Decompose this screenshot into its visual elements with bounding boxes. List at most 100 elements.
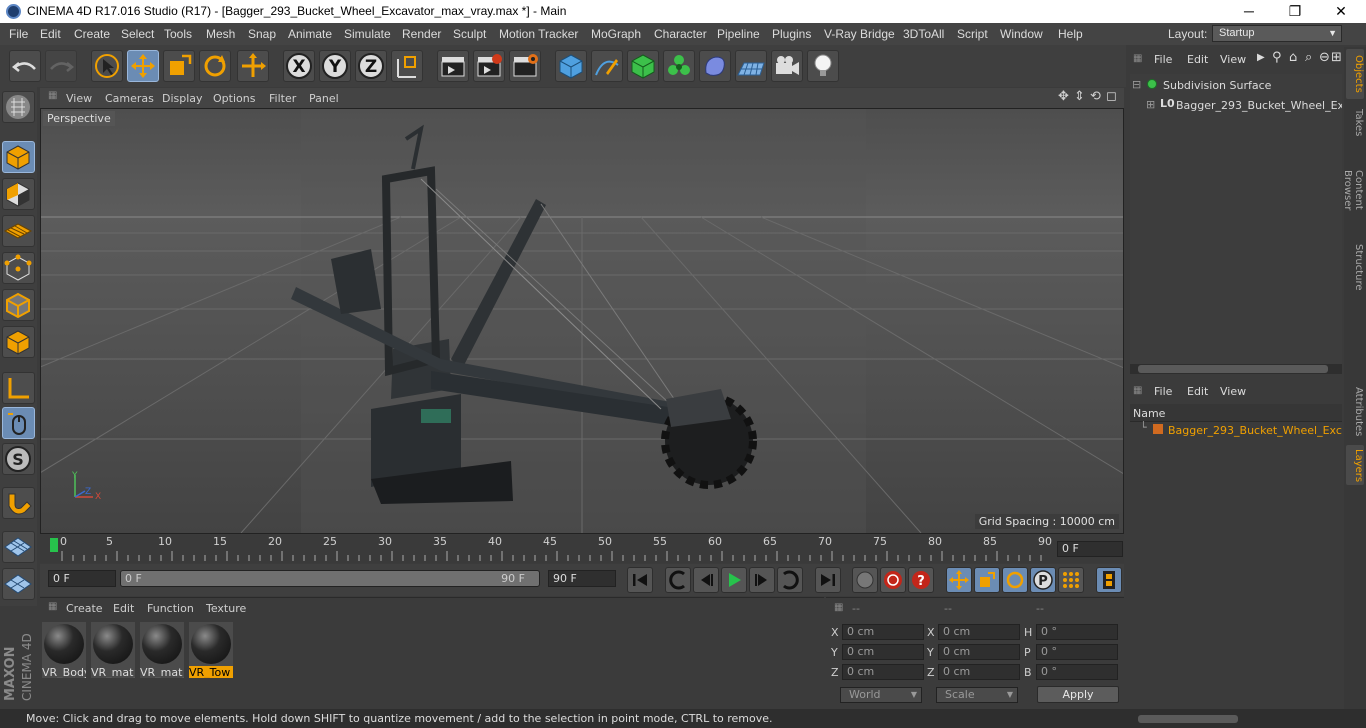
workplane-grid-button[interactable]	[2, 531, 35, 563]
apply-button[interactable]: Apply	[1037, 686, 1119, 703]
rot-b-field[interactable]: 0 °	[1036, 664, 1118, 680]
material-menu-edit[interactable]: Edit	[113, 602, 134, 615]
x-axis-lock-button[interactable]: X	[283, 50, 315, 82]
transform-tool-button[interactable]	[237, 50, 269, 82]
collapse-toggle-icon[interactable]: ⊟	[1132, 78, 1141, 91]
object-row[interactable]: ⊟ Subdivision Surface	[1130, 76, 1342, 95]
viewport-menu-display[interactable]: Display	[162, 92, 203, 105]
next-frame-button[interactable]	[749, 567, 775, 593]
y-axis-lock-button[interactable]: Y	[319, 50, 351, 82]
z-axis-lock-button[interactable]: Z	[355, 50, 387, 82]
material-swatch[interactable]: VR_Body	[42, 622, 86, 678]
key-parameter-button[interactable]: P	[1030, 567, 1056, 593]
menu-help[interactable]: Help	[1058, 27, 1083, 41]
bookmark-icon[interactable]: ⌕	[1305, 50, 1312, 65]
menu-mesh[interactable]: Mesh	[206, 27, 235, 41]
max-time-field[interactable]: 90 F	[548, 570, 616, 587]
edges-mode-button[interactable]	[2, 289, 35, 321]
more-arrow-icon[interactable]: ▶	[1257, 52, 1265, 63]
key-rotation-button[interactable]	[1002, 567, 1028, 593]
goto-next-key-button[interactable]	[777, 567, 803, 593]
maximize-button[interactable]: ❐	[1272, 0, 1318, 23]
perspective-viewport[interactable]: Perspective Y X Z Grid Spacing : 10000 c…	[40, 108, 1124, 534]
material-menu-function[interactable]: Function	[147, 602, 194, 615]
add-camera-button[interactable]	[771, 50, 803, 82]
coordinate-system-button[interactable]	[391, 50, 423, 82]
min-time-field[interactable]: 0 F	[48, 570, 116, 587]
layers-menu-file[interactable]: File	[1154, 385, 1172, 398]
menu-tools[interactable]: Tools	[164, 27, 192, 41]
undo-button[interactable]	[9, 50, 41, 82]
timeline-button[interactable]	[1096, 567, 1122, 593]
key-scale-button[interactable]	[974, 567, 1000, 593]
pos-y-field[interactable]: 0 cm	[842, 644, 924, 660]
objects-menu-file[interactable]: File	[1154, 53, 1172, 66]
polygons-mode-button[interactable]	[2, 326, 35, 358]
add-mograph-button[interactable]	[663, 50, 695, 82]
menu-character[interactable]: Character	[654, 27, 707, 41]
menu-motion-tracker[interactable]: Motion Tracker	[499, 27, 578, 41]
new-window-icon[interactable]: ⊞	[1331, 50, 1342, 65]
tab-structure[interactable]: Structure	[1346, 239, 1364, 295]
viewport-menu-options[interactable]: Options	[213, 92, 255, 105]
tweak-mode-button[interactable]	[2, 407, 35, 439]
render-view-button[interactable]	[437, 50, 469, 82]
scrollbar-thumb[interactable]	[1138, 365, 1328, 373]
previous-frame-button[interactable]	[693, 567, 719, 593]
material-swatch[interactable]: VR_mat_	[91, 622, 135, 678]
add-cube-button[interactable]	[555, 50, 587, 82]
menu-select[interactable]: Select	[121, 27, 154, 41]
menu-window[interactable]: Window	[1000, 27, 1043, 41]
rot-p-field[interactable]: 0 °	[1036, 644, 1118, 660]
size-x-field[interactable]: 0 cm	[938, 624, 1020, 640]
coordinate-mode-select[interactable]: World ▼	[840, 687, 922, 703]
menu-file[interactable]: File	[9, 27, 28, 41]
key-pla-button[interactable]	[1058, 567, 1084, 593]
snapping-button[interactable]: S	[2, 443, 35, 475]
expand-toggle-icon[interactable]: ⊞	[1146, 98, 1155, 111]
tab-content-browser[interactable]: Content Browser	[1342, 147, 1364, 233]
menu-render[interactable]: Render	[402, 27, 441, 41]
viewport-menu-panel[interactable]: Panel	[309, 92, 339, 105]
dolly-icon[interactable]: ⇕	[1074, 89, 1085, 104]
preview-range-slider[interactable]: 0 F 90 F	[120, 570, 540, 587]
rot-h-field[interactable]: 0 °	[1036, 624, 1118, 640]
menu-plugins[interactable]: Plugins	[772, 27, 811, 41]
add-environment-button[interactable]	[735, 50, 767, 82]
menu-simulate[interactable]: Simulate	[344, 27, 391, 41]
status-scrollbar[interactable]	[1130, 714, 1340, 724]
material-swatch-selected[interactable]: VR_Tow	[189, 622, 233, 678]
play-button[interactable]	[721, 567, 747, 593]
menu-3dtoall[interactable]: 3DToAll	[903, 27, 944, 41]
scale-tool-button[interactable]	[163, 50, 195, 82]
live-selection-button[interactable]	[91, 50, 123, 82]
goto-start-button[interactable]	[627, 567, 653, 593]
objects-horizontal-scrollbar[interactable]	[1130, 364, 1342, 374]
menu-animate[interactable]: Animate	[288, 27, 332, 41]
object-row[interactable]: ⊞ L0 Bagger_293_Bucket_Wheel_Excavator	[1130, 96, 1342, 115]
minimize-button[interactable]: ─	[1226, 0, 1272, 23]
objects-menu-edit[interactable]: Edit	[1187, 53, 1208, 66]
viewport-menu-view[interactable]: View	[66, 92, 92, 105]
model-mode-button[interactable]	[2, 141, 35, 173]
layers-menu-view[interactable]: View	[1220, 385, 1246, 398]
magnet-button[interactable]	[2, 487, 35, 519]
viewport-menu-filter[interactable]: Filter	[269, 92, 296, 105]
tab-takes[interactable]: Takes	[1346, 103, 1364, 143]
tab-objects[interactable]: Objects	[1346, 49, 1364, 99]
objects-menu-view[interactable]: View	[1220, 53, 1246, 66]
rotate-tool-button[interactable]	[199, 50, 231, 82]
add-spline-button[interactable]	[591, 50, 623, 82]
close-button[interactable]: ✕	[1318, 0, 1364, 23]
add-light-button[interactable]	[807, 50, 839, 82]
menu-mograph[interactable]: MoGraph	[591, 27, 641, 41]
layer-row[interactable]: └ Bagger_293_Bucket_Wheel_Excavator	[1130, 421, 1342, 440]
pan-icon[interactable]: ✥	[1058, 89, 1069, 104]
size-y-field[interactable]: 0 cm	[938, 644, 1020, 660]
record-active-objects-button[interactable]	[852, 567, 878, 593]
make-editable-button[interactable]	[2, 91, 35, 123]
axis-mode-button[interactable]	[2, 372, 35, 404]
layer-color-swatch[interactable]	[1153, 424, 1163, 434]
points-mode-button[interactable]	[2, 252, 35, 284]
menu-vray-bridge[interactable]: V-Ray Bridge	[824, 27, 895, 41]
